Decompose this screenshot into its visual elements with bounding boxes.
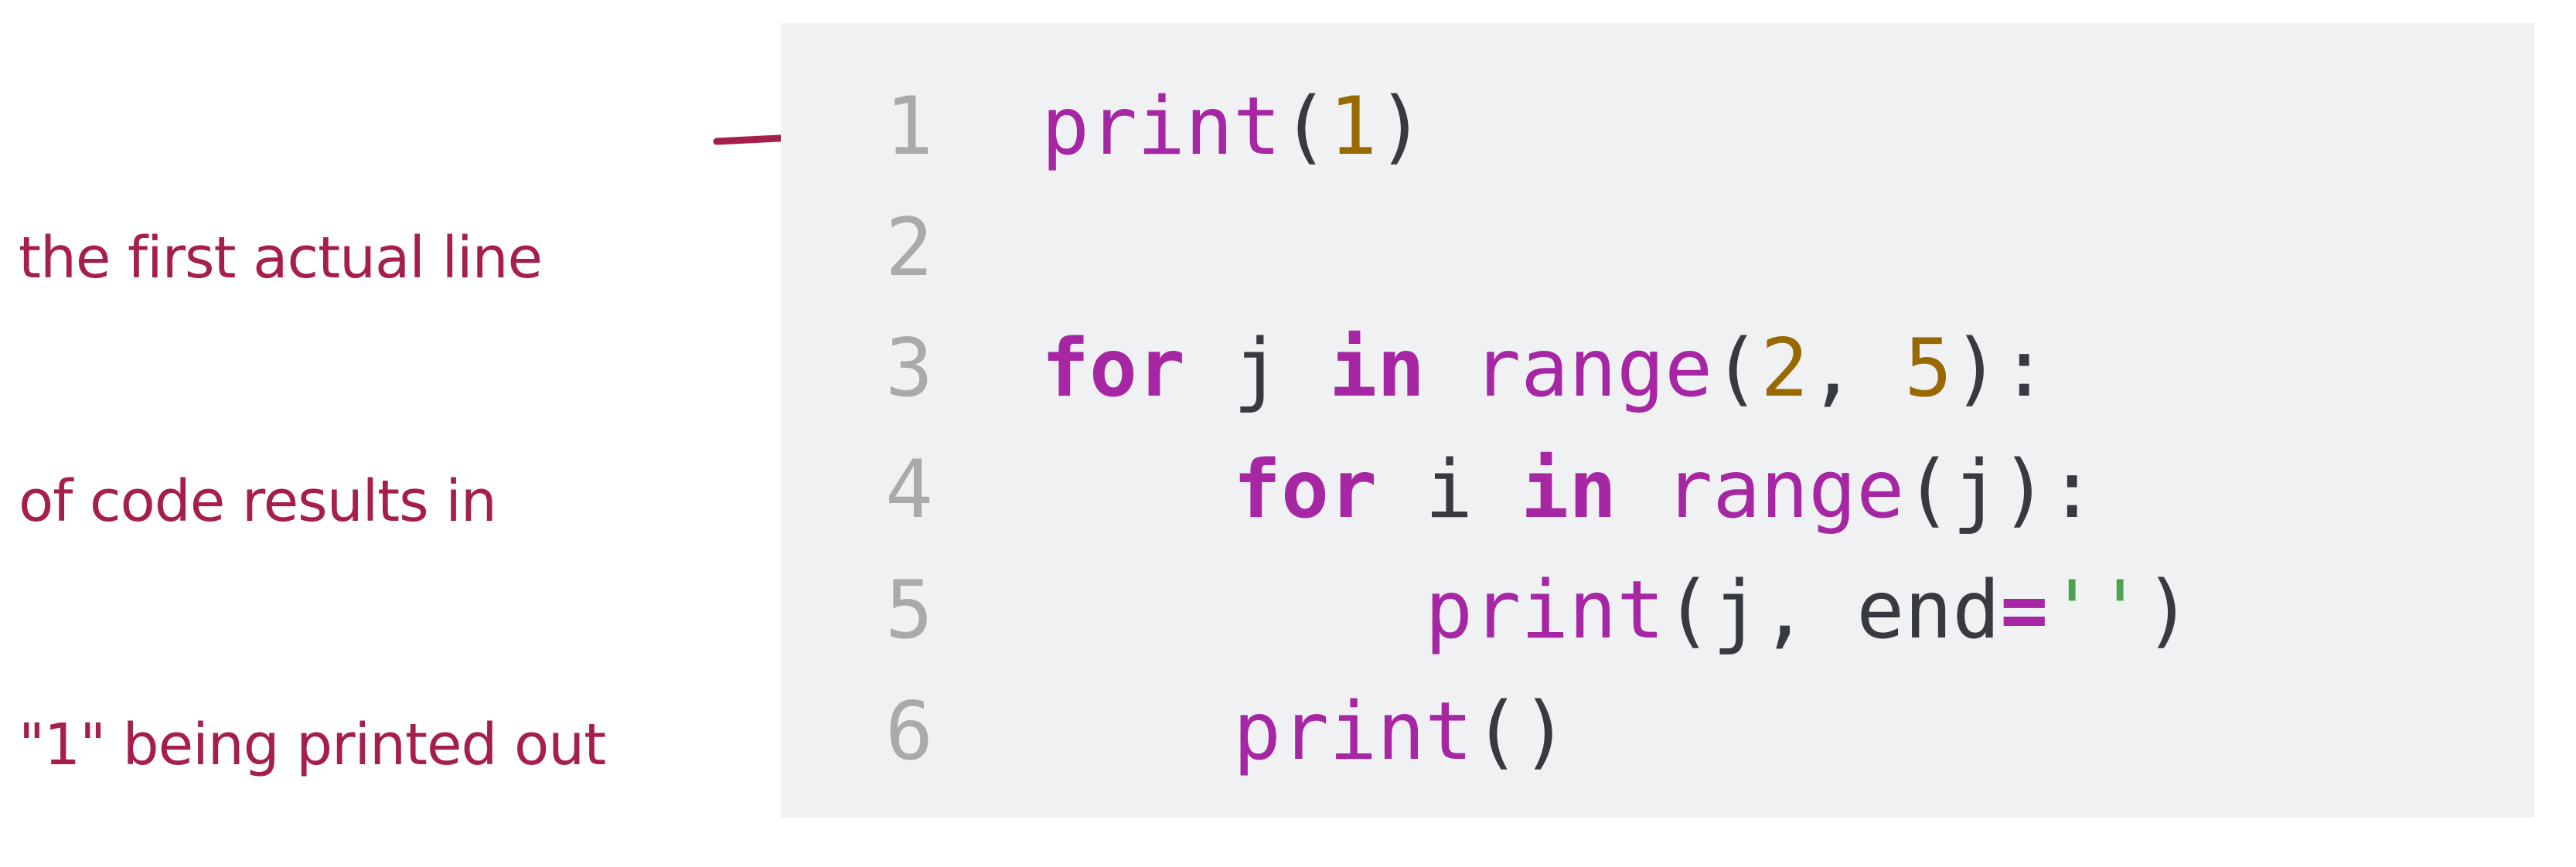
code-token-kw: in: [1329, 322, 1426, 416]
code-token-p: (j,: [1665, 564, 1857, 658]
code-token-kw: for: [1233, 443, 1378, 536]
annotation-note: the first actual line of code results in…: [19, 56, 606, 867]
code-token-id: [1425, 322, 1473, 415]
code-token-num: 1: [1329, 80, 1378, 173]
code-token-fn: print: [1041, 80, 1282, 173]
code-token-fn: range: [1473, 322, 1713, 416]
code-token-p: (: [1281, 80, 1330, 173]
code-token-id: [1041, 564, 1425, 657]
code-token-str: '': [2048, 564, 2145, 658]
code-token-p: ): [2144, 564, 2193, 658]
code-token-fn: range: [1665, 443, 1905, 536]
line-number: 1: [885, 80, 934, 173]
code-token-fn: print: [1233, 685, 1474, 778]
code-line: 5 print(j, end=''): [781, 550, 2534, 672]
code-token-p: ,: [1808, 322, 1905, 416]
line-number: 6: [885, 685, 934, 778]
annotation-line: of code results in: [19, 468, 497, 535]
code-token-kw: in: [1521, 443, 1617, 536]
code-token-p: ): [1377, 80, 1426, 173]
code-token-kw: for: [1041, 322, 1186, 416]
annotation-line: "1" being printed out: [19, 712, 606, 778]
code-line: 6 print(): [781, 672, 2534, 793]
code-text: print(1): [1041, 66, 1425, 188]
line-number: 2: [885, 201, 934, 294]
code-text: print(): [1041, 672, 1569, 793]
code-token-p: (: [1712, 322, 1761, 416]
code-text: for j in range(2, 5):: [1041, 308, 2048, 430]
code-token-id: i: [1377, 443, 1521, 536]
code-line: 2: [781, 188, 2534, 309]
code-token-id: end: [1856, 564, 2001, 658]
code-token-fn: print: [1425, 564, 1665, 658]
line-number: 5: [885, 564, 934, 658]
line-number: 3: [885, 322, 934, 416]
code-token-p: ):: [1952, 322, 2049, 416]
code-text: print(j, end=''): [1041, 550, 2192, 672]
code-token-id: [1041, 685, 1233, 778]
code-token-p: (): [1473, 685, 1569, 778]
annotation-line: the first actual line: [19, 225, 543, 291]
code-line: 1 print(1): [781, 66, 2534, 188]
code-token-id: [1041, 444, 1233, 536]
code-token-id: [1617, 444, 1665, 536]
code-token-num: 2: [1760, 322, 1809, 416]
line-number: 4: [885, 443, 934, 536]
code-token-p: (j):: [1904, 443, 2097, 536]
code-line: 3 for j in range(2, 5):: [781, 308, 2534, 430]
code-token-op: =: [2000, 564, 2049, 658]
code-line: 4 for i in range(j):: [781, 430, 2534, 551]
code-token-id: j: [1185, 322, 1330, 416]
code-block: 1 print(1) 2 3 for j in range(2, 5): 4 for i …: [781, 23, 2534, 818]
code-text: for i in range(j):: [1041, 430, 2096, 551]
code-token-num: 5: [1904, 322, 1953, 416]
